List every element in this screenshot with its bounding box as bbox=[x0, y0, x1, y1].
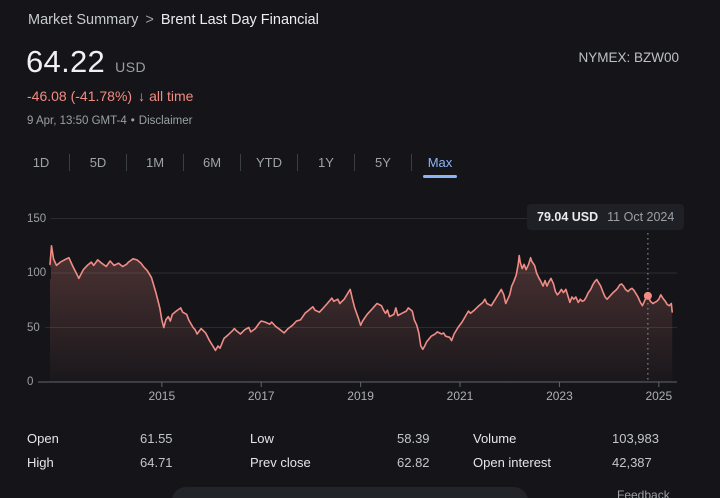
stat-value: 103,983 bbox=[612, 431, 659, 446]
stat-label: High bbox=[27, 455, 140, 470]
stat-low: Low58.39 bbox=[250, 426, 430, 450]
stat-value: 42,387 bbox=[612, 455, 652, 470]
stat-high: High64.71 bbox=[27, 450, 173, 474]
tooltip-date: 11 Oct 2024 bbox=[607, 210, 674, 224]
bottom-sheet-handle[interactable] bbox=[172, 487, 528, 498]
stat-prev-close: Prev close62.82 bbox=[250, 450, 430, 474]
stat-open-interest: Open interest42,387 bbox=[473, 450, 659, 474]
stat-label: Volume bbox=[473, 431, 612, 446]
stat-volume: Volume103,983 bbox=[473, 426, 659, 450]
stat-value: 61.55 bbox=[140, 431, 173, 446]
x-axis-label-2025: 2025 bbox=[645, 389, 672, 403]
stat-value: 64.71 bbox=[140, 455, 173, 470]
chart-tooltip: 79.04 USD 11 Oct 2024 bbox=[527, 204, 684, 230]
stat-label: Low bbox=[250, 431, 397, 446]
tooltip-price: 79.04 USD bbox=[537, 210, 598, 224]
finance-page: Market Summary>Brent Last Day Financial … bbox=[0, 0, 720, 498]
stats-column-1: Open61.55High64.71 bbox=[27, 426, 173, 474]
stats-column-3: Volume103,983Open interest42,387 bbox=[473, 426, 659, 474]
x-axis-label-2021: 2021 bbox=[447, 389, 474, 403]
y-axis-label-100: 100 bbox=[27, 267, 51, 279]
stat-value: 62.82 bbox=[397, 455, 430, 470]
stat-open: Open61.55 bbox=[27, 426, 173, 450]
x-axis-label-2019: 2019 bbox=[347, 389, 374, 403]
stat-label: Open interest bbox=[473, 455, 612, 470]
y-axis-label-50: 50 bbox=[27, 322, 45, 334]
x-axis-label-2015: 2015 bbox=[148, 389, 175, 403]
x-axis-label-2017: 2017 bbox=[248, 389, 275, 403]
hover-point-marker bbox=[644, 292, 652, 300]
stat-label: Prev close bbox=[250, 455, 397, 470]
feedback-link[interactable]: Feedback bbox=[617, 488, 670, 498]
stat-label: Open bbox=[27, 431, 140, 446]
y-axis-label-0: 0 bbox=[27, 376, 38, 388]
stat-value: 58.39 bbox=[397, 431, 430, 446]
y-axis-label-150: 150 bbox=[27, 213, 51, 225]
x-axis-label-2023: 2023 bbox=[546, 389, 573, 403]
stats-column-2: Low58.39Prev close62.82 bbox=[250, 426, 430, 474]
